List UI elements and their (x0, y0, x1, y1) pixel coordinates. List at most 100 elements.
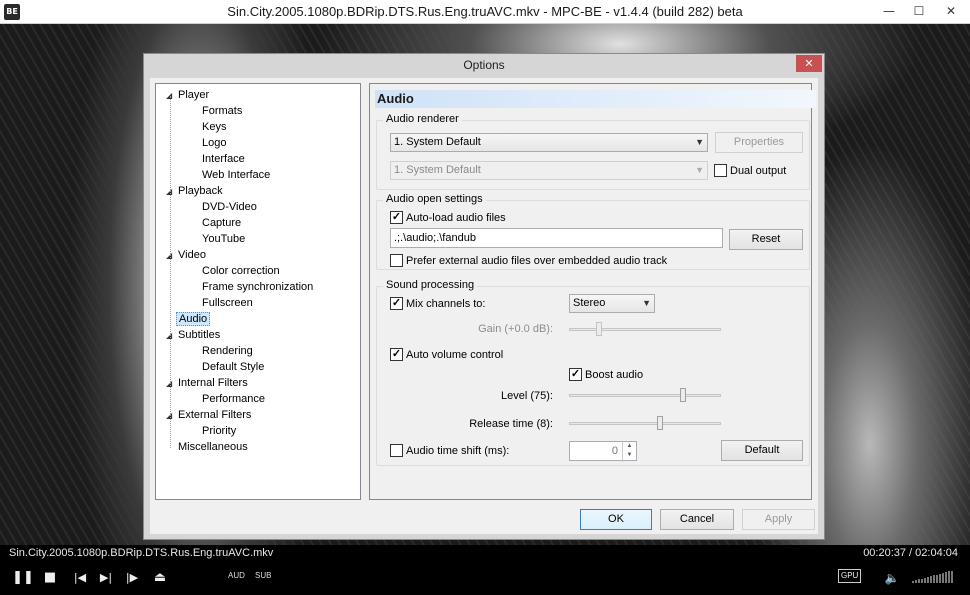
slider-track (569, 394, 721, 397)
tree-item-capture[interactable]: Capture (200, 215, 243, 231)
dialog-close-icon[interactable]: ✕ (796, 55, 822, 72)
tree-item-label: Video (178, 249, 206, 261)
tree-item-label: DVD-Video (202, 201, 257, 213)
auto-volume-label: Auto volume control (406, 349, 504, 361)
boost-audio-checkbox[interactable]: ✓ Boost audio (569, 368, 643, 382)
properties-button[interactable]: Properties (715, 132, 803, 153)
file-name: Sin.City.2005.1080p.BDRip.DTS.Rus.Eng.tr… (9, 547, 274, 559)
stop-icon[interactable]: ■ (40, 569, 60, 587)
time-shift-input[interactable]: 0 ▲ ▼ (569, 441, 637, 462)
tree-item-playback[interactable]: ◢ Playback (166, 183, 225, 199)
expand-arrow-icon[interactable]: ◢ (166, 184, 176, 200)
slider-track (569, 328, 721, 331)
tree-item-keys[interactable]: Keys (200, 119, 228, 135)
volume-bar (939, 573, 941, 583)
tree-item-subtitles[interactable]: ◢ Subtitles (166, 327, 222, 343)
maximize-icon[interactable]: ☐ (904, 0, 934, 22)
mix-channels-label: Mix channels to: (406, 298, 486, 310)
second-renderer-select[interactable]: 1. System Default ▼ (390, 161, 708, 180)
default-button[interactable]: Default (721, 440, 803, 461)
reset-button[interactable]: Reset (729, 229, 803, 250)
gain-label: Gain (+0.0 dB): (478, 323, 553, 335)
tree-item-label: Subtitles (178, 329, 221, 341)
tree-item-formats[interactable]: Formats (200, 103, 244, 119)
frame-step-icon[interactable]: |▶ (122, 569, 142, 587)
pause-icon[interactable]: ❚❚ (12, 569, 34, 587)
tree-item-label: Miscellaneous (178, 441, 248, 453)
level-label: Level (75): (501, 390, 553, 402)
tree-item-web-interface[interactable]: Web Interface (200, 167, 272, 183)
chevron-down-icon: ▼ (695, 137, 704, 147)
time-shift-checkbox[interactable]: Audio time shift (ms): (390, 444, 509, 458)
release-time-label: Release time (8): (469, 418, 553, 430)
tree-item-interface[interactable]: Interface (200, 151, 247, 167)
mix-select[interactable]: Stereo ▼ (569, 294, 655, 313)
checkbox-box (390, 444, 403, 457)
expand-arrow-icon[interactable]: ◢ (166, 328, 176, 344)
eject-icon[interactable]: ⏏ (150, 569, 170, 587)
tree-item-label: Performance (202, 393, 265, 405)
slider-thumb[interactable] (680, 388, 686, 402)
page-title: Audio (375, 90, 816, 108)
spin-arrows-icon[interactable]: ▲ ▼ (622, 442, 636, 462)
volume-slider[interactable] (912, 569, 957, 583)
tree-item-label: Audio (176, 312, 211, 326)
tree-item-audio[interactable]: Audio (166, 311, 211, 327)
expand-arrow-icon[interactable]: ◢ (166, 88, 176, 104)
minimize-icon[interactable]: — (874, 0, 904, 22)
tree-item-frame-synchronization[interactable]: Frame synchronization (200, 279, 315, 295)
ok-button[interactable]: OK (580, 509, 652, 530)
volume-bar (915, 580, 917, 583)
previous-icon[interactable]: |◀ (70, 569, 90, 587)
expand-arrow-icon[interactable]: ◢ (166, 376, 176, 392)
tree-item-label: Keys (202, 121, 227, 133)
volume-bar (945, 572, 947, 583)
mix-value: Stereo (573, 297, 606, 309)
tree-item-color-correction[interactable]: Color correction (200, 263, 282, 279)
tree-item-fullscreen[interactable]: Fullscreen (200, 295, 255, 311)
prefer-external-checkbox[interactable]: Prefer external audio files over embedde… (390, 254, 667, 268)
gain-slider[interactable] (569, 320, 721, 338)
tree-item-internal-filters[interactable]: ◢ Internal Filters (166, 375, 250, 391)
audio-track-button[interactable]: AUD (228, 571, 245, 580)
release-time-slider[interactable] (569, 414, 721, 432)
tree-item-logo[interactable]: Logo (200, 135, 228, 151)
audio-paths-input[interactable]: .;.\audio;.\fandub (390, 228, 723, 248)
tree-item-label: External Filters (178, 409, 252, 421)
renderer-select[interactable]: 1. System Default ▼ (390, 133, 708, 152)
tree-item-priority[interactable]: Priority (200, 423, 238, 439)
expand-arrow-icon[interactable]: ◢ (166, 408, 176, 424)
options-tree[interactable]: ◢ Player Formats Keys Logo Interface Web Inter… (155, 83, 361, 500)
tree-item-performance[interactable]: Performance (200, 391, 267, 407)
auto-volume-checkbox[interactable]: ✓ Auto volume control (390, 348, 503, 362)
tree-item-player[interactable]: ◢ Player (166, 87, 211, 103)
apply-button[interactable]: Apply (742, 509, 815, 530)
slider-thumb[interactable] (596, 322, 603, 336)
tree-item-miscellaneous[interactable]: Miscellaneous (166, 439, 250, 455)
cancel-button[interactable]: Cancel (660, 509, 734, 530)
subtitle-track-button[interactable]: SUB (255, 571, 271, 580)
slider-thumb[interactable] (657, 416, 664, 430)
tree-item-label: Rendering (202, 345, 253, 357)
tree-item-dvd-video[interactable]: DVD-Video (200, 199, 259, 215)
autoload-label: Auto-load audio files (406, 212, 506, 224)
level-slider[interactable] (569, 386, 721, 404)
dialog-title: Options (463, 58, 505, 72)
mute-icon[interactable]: 🔈 (882, 569, 902, 587)
gpu-indicator[interactable]: GPU (838, 569, 862, 583)
autoload-checkbox[interactable]: ✓ Auto-load audio files (390, 211, 506, 225)
chevron-down-icon: ▼ (695, 165, 704, 175)
expand-arrow-icon[interactable]: ◢ (166, 248, 176, 264)
tree-item-default-style[interactable]: Default Style (200, 359, 266, 375)
tree-item-youtube[interactable]: YouTube (200, 231, 247, 247)
next-icon[interactable]: ▶| (96, 569, 116, 587)
tree-item-rendering[interactable]: Rendering (200, 343, 255, 359)
prefer-external-label: Prefer external audio files over embedde… (406, 255, 668, 267)
dual-output-checkbox[interactable]: Dual output (714, 164, 786, 178)
dialog-client: ◢ Player Formats Keys Logo Interface Web Inter… (150, 78, 818, 534)
tree-item-external-filters[interactable]: ◢ External Filters (166, 407, 253, 423)
tree-item-video[interactable]: ◢ Video (166, 247, 208, 263)
close-icon[interactable]: ✕ (934, 0, 968, 22)
tree-item-label: Web Interface (202, 169, 271, 181)
mix-channels-checkbox[interactable]: ✓ Mix channels to: (390, 297, 485, 311)
